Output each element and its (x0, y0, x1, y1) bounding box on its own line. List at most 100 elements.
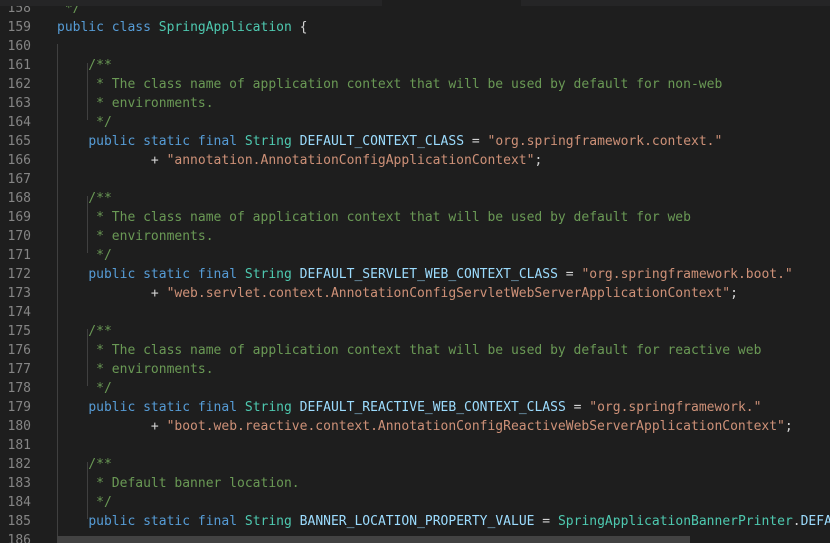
code-token: = (464, 134, 488, 149)
code-line[interactable]: 162 * The class name of application cont… (0, 75, 830, 94)
code-line[interactable]: 172 public static final String DEFAULT_S… (0, 265, 830, 284)
code-line[interactable]: 174 (0, 303, 830, 322)
code-text: * Default banner location. (57, 474, 300, 493)
code-line[interactable]: 185 public static final String BANNER_LO… (0, 512, 830, 531)
code-token: * environments. (57, 229, 214, 244)
code-line[interactable]: 165 public static final String DEFAULT_C… (0, 132, 830, 151)
code-line[interactable]: 166 + "annotation.AnnotationConfigApplic… (0, 151, 830, 170)
code-token: */ (57, 495, 112, 510)
code-line[interactable]: 168 /** (0, 189, 830, 208)
code-token: DEFAULT (800, 514, 830, 529)
code-line[interactable]: 171 */ (0, 246, 830, 265)
code-line[interactable]: 170 * environments. (0, 227, 830, 246)
code-line[interactable]: 178 */ (0, 379, 830, 398)
code-token: String (244, 514, 292, 529)
code-token: = (534, 514, 558, 529)
line-number: 172 (7, 267, 31, 282)
code-token: /** (57, 58, 112, 73)
line-number: 180 (7, 419, 31, 434)
code-token: String (244, 400, 292, 415)
code-editor[interactable]: 158 */159 public class SpringApplication … (0, 0, 830, 543)
code-token: ; (534, 153, 543, 168)
code-token: + (57, 419, 167, 434)
code-text: * environments. (57, 227, 214, 246)
line-number: 166 (7, 153, 31, 168)
code-token: SpringApplicationBannerPrinter (557, 514, 793, 529)
code-line[interactable]: 181 (0, 436, 830, 455)
code-token: * environments. (57, 96, 214, 111)
code-token: public (88, 514, 136, 529)
line-number: 183 (7, 476, 31, 491)
indent-guide (87, 329, 88, 386)
code-token: * environments. (57, 362, 214, 377)
code-text: */ (57, 493, 112, 512)
line-number: 162 (7, 77, 31, 92)
code-text: + "boot.web.reactive.context.AnnotationC… (57, 417, 793, 436)
line-number: 171 (7, 248, 31, 263)
code-line[interactable]: 182 /** (0, 455, 830, 474)
line-number: 163 (7, 96, 31, 111)
code-token: String (244, 267, 292, 282)
code-line[interactable]: 169 * The class name of application cont… (0, 208, 830, 227)
code-token: static (143, 267, 191, 282)
code-line[interactable]: 183 * Default banner location. (0, 474, 830, 493)
code-token: "annotation.AnnotationConfigApplicationC… (166, 153, 535, 168)
code-token: final (197, 267, 238, 282)
code-text: public static final String BANNER_LOCATI… (57, 512, 830, 531)
line-number: 170 (7, 229, 31, 244)
code-token: ; (784, 419, 793, 434)
line-number: 184 (7, 495, 31, 510)
code-text: public class SpringApplication { (57, 18, 307, 37)
code-token: static (143, 514, 191, 529)
code-token: + (57, 286, 167, 301)
line-number: 179 (7, 400, 31, 415)
line-number: 167 (7, 172, 31, 187)
tab-strip-segment (521, 0, 830, 6)
code-token: + (57, 153, 167, 168)
code-line[interactable]: 163 * environments. (0, 94, 830, 113)
code-line[interactable]: 177 * environments. (0, 360, 830, 379)
code-token: final (197, 134, 238, 149)
code-text: /** (57, 56, 112, 75)
code-token: class (111, 20, 151, 35)
line-number: 176 (7, 343, 31, 358)
horizontal-scrollbar[interactable] (57, 536, 690, 543)
code-line[interactable]: 161 /** (0, 56, 830, 75)
code-line[interactable]: 179 public static final String DEFAULT_R… (0, 398, 830, 417)
code-token: * The class name of application context … (57, 77, 723, 92)
code-line[interactable]: 175 /** (0, 322, 830, 341)
code-line[interactable]: 176 * The class name of application cont… (0, 341, 830, 360)
code-text: * The class name of application context … (57, 75, 722, 94)
code-token: * The class name of application context … (57, 210, 691, 225)
code-line[interactable]: 184 */ (0, 493, 830, 512)
code-text: public static final String DEFAULT_CONTE… (57, 132, 722, 151)
code-token: public (88, 134, 136, 149)
code-token: DEFAULT_REACTIVE_WEB_CONTEXT_CLASS (299, 400, 566, 415)
code-token: ; (730, 286, 738, 301)
code-token: DEFAULT_SERVLET_WEB_CONTEXT_CLASS (299, 267, 558, 282)
code-text: * The class name of application context … (57, 208, 691, 227)
indent-guide (57, 44, 58, 536)
line-number: 165 (7, 134, 31, 149)
code-line[interactable]: 159 public class SpringApplication { (0, 18, 830, 37)
code-token: . (792, 514, 801, 529)
code-line[interactable]: 164 */ (0, 113, 830, 132)
code-line[interactable]: 180 + "boot.web.reactive.context.Annotat… (0, 417, 830, 436)
code-line[interactable]: 160 (0, 37, 830, 56)
code-token: "boot.web.reactive.context.AnnotationCon… (166, 419, 785, 434)
code-token: "org.springframework.context." (487, 134, 723, 149)
code-token: static (143, 134, 191, 149)
code-line[interactable]: 167 (0, 170, 830, 189)
code-line[interactable]: 173 + "web.servlet.context.AnnotationCon… (0, 284, 830, 303)
line-number: 160 (7, 39, 31, 54)
